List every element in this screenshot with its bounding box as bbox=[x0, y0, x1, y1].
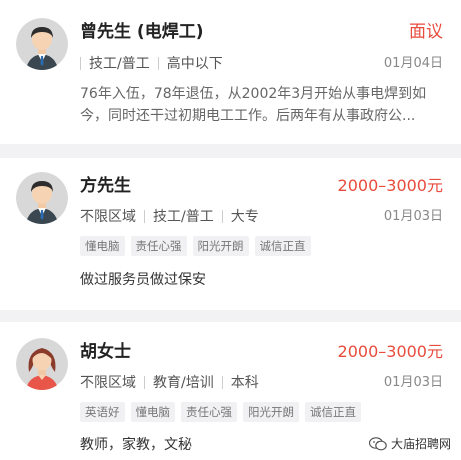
salary-label: 面议 bbox=[409, 22, 443, 42]
salary-label: 2000–3000元 bbox=[337, 342, 443, 361]
site-watermark: 大庙招聘网 bbox=[368, 435, 451, 452]
skill-tag: 英语好 bbox=[80, 402, 125, 422]
resume-card[interactable]: 方先生 2000–3000元 不限区域 技工/普工 大专 01月03日 懂电脑 责任… bbox=[0, 158, 461, 310]
candidate-meta: 不限区域 技工/普工 大专 bbox=[80, 208, 259, 226]
skill-tag: 阳光开朗 bbox=[192, 236, 249, 256]
skill-tags: 懂电脑 责任心强 阳光开朗 诚信正直 bbox=[80, 236, 311, 256]
meta-divider bbox=[221, 376, 223, 389]
female-avatar-icon bbox=[16, 338, 68, 390]
candidate-meta: 不限区域 教育/培训 本科 bbox=[80, 374, 259, 392]
skill-tag: 诚信正直 bbox=[305, 402, 361, 422]
skill-tag: 懂电脑 bbox=[130, 402, 175, 422]
skill-tag: 懂电脑 bbox=[80, 236, 125, 256]
meta-divider bbox=[144, 210, 145, 223]
candidate-intro: 教师，家教，文秘 bbox=[80, 437, 192, 453]
watermark-text: 大庙招聘网 bbox=[390, 437, 451, 451]
meta-education: 高中以下 bbox=[166, 56, 223, 72]
salary-label: 2000–3000元 bbox=[337, 176, 443, 195]
meta-divider bbox=[157, 57, 159, 70]
meta-education: 大专 bbox=[230, 209, 259, 225]
candidate-name: 方先生 bbox=[80, 176, 131, 196]
skill-tag: 阳光开朗 bbox=[243, 402, 299, 422]
meta-category: 技工/普工 bbox=[153, 209, 214, 225]
meta-category: 技工/普工 bbox=[89, 56, 150, 72]
update-date: 01月04日 bbox=[383, 56, 443, 71]
male-avatar-icon bbox=[16, 18, 68, 70]
skill-tag: 诚信正直 bbox=[254, 236, 311, 256]
meta-divider bbox=[144, 376, 145, 389]
update-date: 01月03日 bbox=[383, 209, 443, 224]
male-avatar-icon bbox=[16, 172, 68, 224]
skill-tags: 英语好 懂电脑 责任心强 阳光开朗 诚信正直 bbox=[80, 402, 361, 422]
meta-education: 本科 bbox=[230, 375, 259, 391]
candidate-intro: 做过服务员做过保安 bbox=[80, 272, 206, 288]
meta-category: 教育/培训 bbox=[153, 375, 214, 391]
candidate-meta: 技工/普工 高中以下 bbox=[80, 55, 223, 73]
resume-list: 曾先生 (电焊工) 面议 技工/普工 高中以下 01月04日 76年入伍，78年退… bbox=[0, 0, 461, 460]
meta-divider bbox=[221, 210, 223, 223]
card-divider bbox=[0, 310, 461, 322]
meta-area: 不限区域 bbox=[80, 209, 136, 225]
wechat-icon bbox=[368, 436, 387, 451]
skill-tag: 责任心强 bbox=[130, 236, 187, 256]
resume-card[interactable]: 曾先生 (电焊工) 面议 技工/普工 高中以下 01月04日 76年入伍，78年退… bbox=[0, 0, 461, 144]
meta-divider bbox=[80, 57, 81, 70]
candidate-name: 曾先生 (电焊工) bbox=[80, 22, 204, 42]
skill-tag: 责任心强 bbox=[181, 402, 237, 422]
update-date: 01月03日 bbox=[383, 375, 443, 390]
candidate-description: 76年入伍，78年退伍，从2002年3月开始从事电焊到如今，同时还干过初期电工工… bbox=[80, 86, 427, 124]
meta-area: 不限区域 bbox=[80, 375, 136, 391]
card-divider bbox=[0, 144, 461, 158]
candidate-name: 胡女士 bbox=[80, 342, 131, 362]
